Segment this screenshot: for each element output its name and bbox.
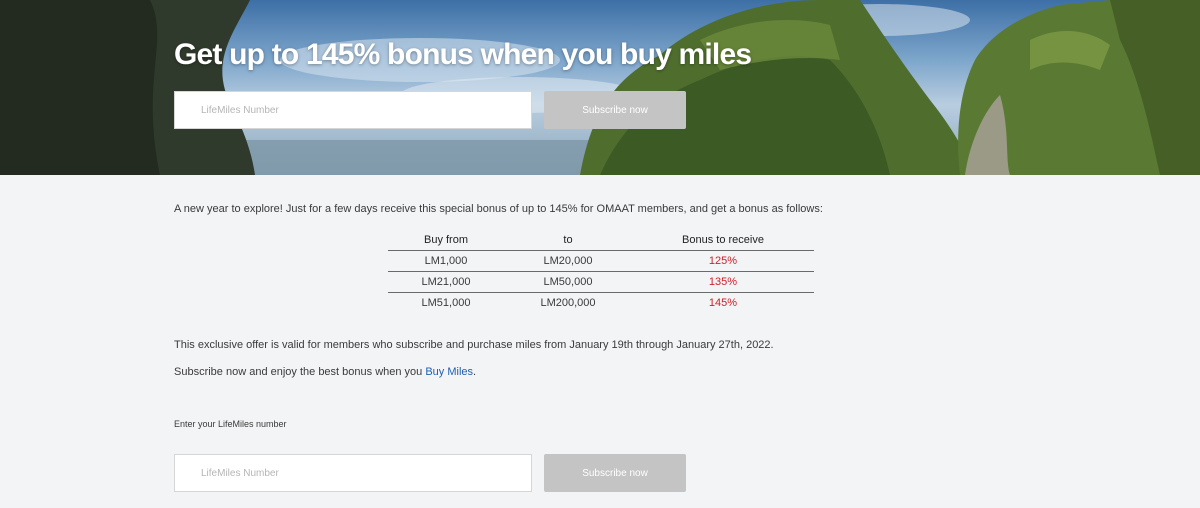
table-row: LM21,000 LM50,000 135%	[388, 271, 814, 293]
hero-background-image	[0, 0, 1200, 175]
table-cell-bonus: 145%	[708, 297, 738, 309]
table-header-row: Buy from to Bonus to receive	[388, 230, 814, 251]
table-cell-bonus: 135%	[632, 271, 814, 293]
subscribe-text-end: .	[473, 366, 477, 378]
hero-lifemiles-number-input[interactable]	[174, 91, 532, 129]
table-cell-to: LM20,000	[504, 250, 632, 272]
subscribe-button[interactable]: Subscribe now	[544, 454, 686, 492]
table-cell-bonus: 125%	[632, 250, 814, 272]
buy-miles-link[interactable]: Buy Miles	[425, 366, 473, 378]
table-header-to: to	[504, 230, 632, 251]
table-row: LM1,000 LM20,000 125%	[388, 250, 814, 272]
hero-banner: Get up to 145% bonus when you buy miles	[0, 0, 1200, 175]
table-cell-to: LM50,000	[504, 271, 632, 293]
lifemiles-number-input[interactable]	[174, 454, 532, 492]
intro-text: A new year to explore! Just for a few da…	[174, 203, 823, 215]
table-cell-buy-from: LM21,000	[388, 271, 504, 293]
subscribe-text: Subscribe now and enjoy the best bonus w…	[174, 366, 476, 378]
table-header-bonus: Bonus to receive	[632, 230, 814, 251]
validity-text: This exclusive offer is valid for member…	[174, 339, 774, 351]
subscribe-text-lead: Subscribe now and enjoy the best bonus w…	[174, 366, 426, 378]
table-cell-buy-from: LM1,000	[388, 250, 504, 272]
table-cell-to: LM200,000	[540, 297, 596, 309]
table-row: LM51,000 LM200,000 145%	[388, 293, 814, 314]
bonus-table: Buy from to Bonus to receive LM1,000 LM2…	[388, 230, 814, 313]
table-header-buy-from: Buy from	[388, 230, 504, 251]
table-cell-buy-from: LM51,000	[421, 297, 471, 309]
lifemiles-number-label: Enter your LifeMiles number	[174, 419, 287, 429]
hero-title: Get up to 145% bonus when you buy miles	[174, 38, 752, 71]
hero-subscribe-button[interactable]: Subscribe now	[544, 91, 686, 129]
